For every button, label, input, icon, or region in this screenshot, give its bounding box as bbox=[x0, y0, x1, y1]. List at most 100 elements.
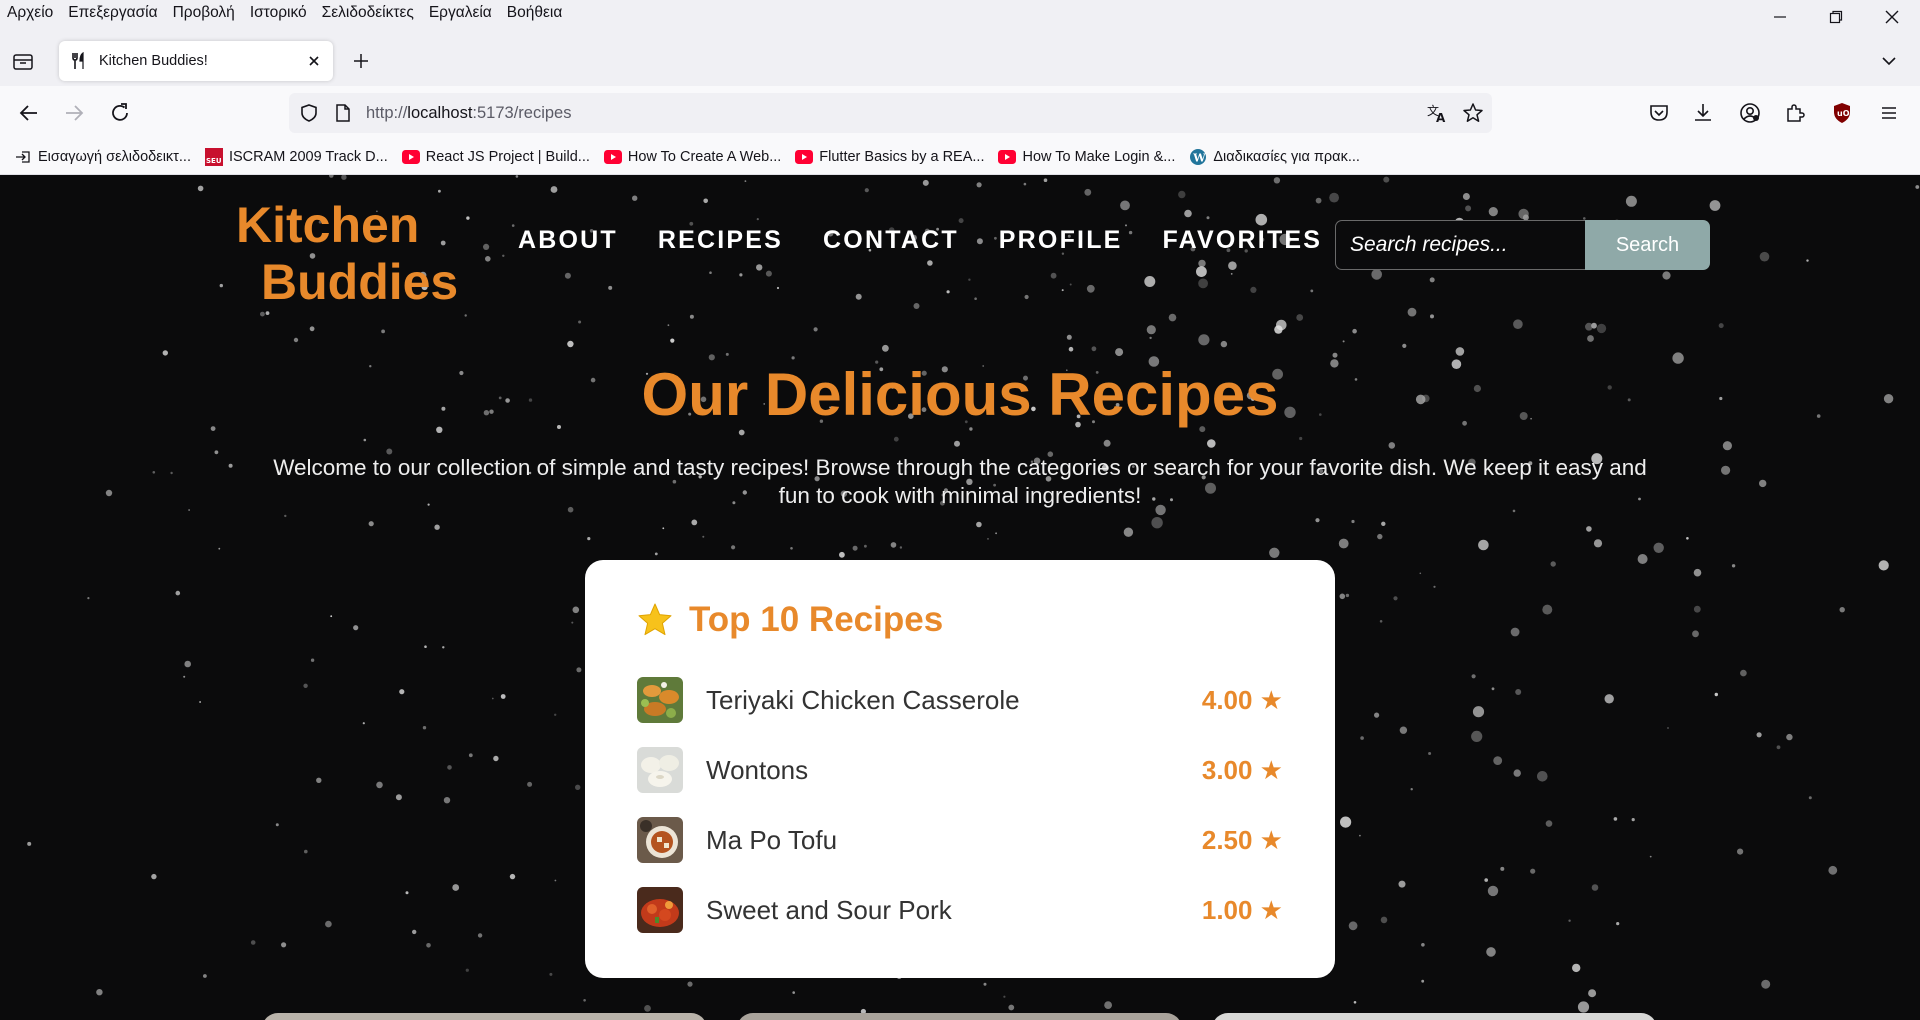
bookmark-item[interactable]: W Διαδικασίες για πρακ... bbox=[1189, 148, 1360, 166]
account-icon[interactable] bbox=[1738, 101, 1762, 125]
bookmark-label: How To Create A Web... bbox=[627, 149, 782, 165]
nav-about[interactable]: ABOUT bbox=[518, 226, 618, 255]
recipe-card-preview[interactable] bbox=[737, 1013, 1182, 1020]
list-item[interactable]: Sweet and Sour Pork 1.00 ★ bbox=[637, 875, 1283, 945]
top-recipes-heading: Top 10 Recipes bbox=[637, 600, 943, 640]
new-tab-icon[interactable] bbox=[350, 50, 372, 72]
web-page: Kitchen Buddies ABOUT RECIPES CONTACT PR… bbox=[0, 175, 1920, 1020]
recipe-name: Sweet and Sour Pork bbox=[706, 894, 952, 925]
bookmark-label: How To Make Login &... bbox=[1022, 149, 1176, 165]
recipe-search: Search bbox=[1335, 220, 1710, 270]
recipe-name: Ma Po Tofu bbox=[706, 824, 838, 855]
address-bar[interactable]: http://localhost:5173/recipes 文A bbox=[289, 93, 1492, 133]
shield-icon[interactable] bbox=[299, 103, 319, 123]
search-input[interactable] bbox=[1335, 220, 1585, 270]
menu-view[interactable]: Προβολή bbox=[173, 4, 235, 22]
tab-bar: Kitchen Buddies! bbox=[0, 36, 1920, 86]
nav-favorites[interactable]: FAVORITES bbox=[1163, 226, 1323, 255]
bookmark-item[interactable]: How To Create A Web... bbox=[603, 148, 782, 166]
bookmark-item[interactable]: How To Make Login &... bbox=[998, 148, 1175, 166]
bookmark-item[interactable]: Εισαγωγή σελιδοδεικτ... bbox=[14, 148, 191, 166]
nav-profile[interactable]: PROFILE bbox=[999, 226, 1123, 255]
recipe-card-preview[interactable] bbox=[1212, 1013, 1657, 1020]
url-host: localhost bbox=[407, 104, 473, 122]
site-logo[interactable]: Kitchen Buddies bbox=[236, 197, 458, 311]
recipe-rating: 1.00 ★ bbox=[1201, 895, 1283, 925]
svg-text:A: A bbox=[1436, 111, 1446, 124]
menu-tools[interactable]: Εργαλεία bbox=[429, 4, 492, 22]
forward-icon[interactable] bbox=[61, 100, 87, 126]
nav-contact[interactable]: CONTACT bbox=[823, 226, 959, 255]
logo-line-2: Buddies bbox=[261, 254, 459, 310]
recipe-card-preview[interactable] bbox=[262, 1013, 707, 1020]
star-icon bbox=[638, 603, 672, 636]
restore-button[interactable] bbox=[1808, 0, 1864, 34]
chevron-down-icon[interactable] bbox=[1880, 52, 1898, 70]
reload-icon[interactable] bbox=[107, 100, 133, 126]
fork-knife-icon bbox=[72, 52, 84, 69]
menu-hamburger-icon[interactable] bbox=[1877, 101, 1901, 125]
svg-text:uO: uO bbox=[1837, 109, 1850, 118]
url-path: :5173/recipes bbox=[472, 104, 572, 122]
bookmarks-toolbar: Εισαγωγή σελιδοδεικτ... SEU ISCRAM 2009 … bbox=[0, 140, 1920, 175]
navigation-toolbar: http://localhost:5173/recipes 文A uO bbox=[0, 86, 1920, 140]
svg-text:SEU: SEU bbox=[206, 157, 222, 165]
close-tab-icon[interactable] bbox=[305, 52, 323, 70]
recipe-rating: 3.00 ★ bbox=[1201, 755, 1283, 785]
bookmark-label: Διαδικασίες για πρακ... bbox=[1213, 149, 1360, 165]
minimize-button[interactable] bbox=[1752, 0, 1808, 34]
menu-history[interactable]: Ιστορικό bbox=[250, 4, 307, 22]
bookmark-item[interactable]: Flutter Basics by a REA... bbox=[795, 148, 984, 166]
tab-kitchen-buddies[interactable]: Kitchen Buddies! bbox=[59, 41, 333, 81]
main-nav: ABOUT RECIPES CONTACT PROFILE FAVORITES bbox=[518, 226, 1362, 255]
page-title: Our Delicious Recipes bbox=[641, 361, 1279, 428]
bookmark-label: Flutter Basics by a REA... bbox=[819, 149, 985, 165]
top-recipes-list: Teriyaki Chicken Casserole 4.00 ★ Wonton… bbox=[637, 665, 1283, 945]
ublock-origin-icon[interactable]: uO bbox=[1830, 101, 1854, 125]
bookmark-star-icon[interactable] bbox=[1462, 102, 1484, 124]
downloads-icon[interactable] bbox=[1691, 101, 1715, 125]
menu-bookmarks[interactable]: Σελιδοδείκτες bbox=[322, 4, 414, 22]
svg-text:W: W bbox=[1193, 152, 1207, 165]
youtube-icon bbox=[401, 148, 420, 166]
close-icon bbox=[1885, 10, 1899, 24]
pocket-icon[interactable] bbox=[1647, 101, 1671, 125]
youtube-icon bbox=[998, 148, 1017, 166]
window-controls bbox=[1752, 0, 1920, 34]
recipe-thumbnail bbox=[637, 747, 683, 793]
nav-recipes[interactable]: RECIPES bbox=[658, 226, 783, 255]
page-info-icon[interactable] bbox=[334, 103, 352, 123]
list-item[interactable]: Ma Po Tofu 2.50 ★ bbox=[637, 805, 1283, 875]
menu-bar: Αρχείο Επεξεργασία Προβολή Ιστορικό Σελι… bbox=[0, 0, 1920, 26]
seu-favicon-icon: SEU bbox=[204, 148, 223, 166]
bookmark-label: React JS Project | Build... bbox=[425, 149, 590, 165]
youtube-icon bbox=[603, 148, 622, 166]
menu-help[interactable]: Βοήθεια bbox=[507, 4, 563, 22]
recipe-thumbnail bbox=[637, 887, 683, 933]
url-text[interactable]: http://localhost:5173/recipes bbox=[366, 104, 571, 123]
extensions-icon[interactable] bbox=[1783, 101, 1807, 125]
recipe-name: Teriyaki Chicken Casserole bbox=[706, 684, 1020, 715]
youtube-icon bbox=[795, 148, 814, 166]
close-window-button[interactable] bbox=[1864, 0, 1920, 34]
tab-title: Kitchen Buddies! bbox=[99, 53, 208, 69]
page-subtitle: Welcome to our collection of simple and … bbox=[273, 455, 1647, 508]
menu-edit[interactable]: Επεξεργασία bbox=[68, 4, 157, 22]
bookmark-label: ISCRAM 2009 Track D... bbox=[228, 149, 388, 165]
list-item[interactable]: Teriyaki Chicken Casserole 4.00 ★ bbox=[637, 665, 1283, 735]
list-item[interactable]: Wontons 3.00 ★ bbox=[637, 735, 1283, 805]
wordpress-icon: W bbox=[1189, 148, 1207, 166]
tab-list-icon[interactable] bbox=[12, 50, 34, 72]
bookmark-item[interactable]: SEU ISCRAM 2009 Track D... bbox=[204, 148, 388, 166]
back-icon[interactable] bbox=[16, 100, 42, 126]
top-recipes-title: Top 10 Recipes bbox=[689, 600, 944, 639]
url-prefix: http:// bbox=[366, 104, 408, 122]
restore-icon bbox=[1829, 10, 1843, 24]
site-header: Kitchen Buddies ABOUT RECIPES CONTACT PR… bbox=[0, 175, 1920, 325]
recipe-rating: 2.50 ★ bbox=[1201, 825, 1283, 855]
search-button[interactable]: Search bbox=[1585, 220, 1710, 270]
menu-file[interactable]: Αρχείο bbox=[7, 4, 53, 22]
minimize-icon bbox=[1774, 16, 1786, 18]
translate-icon[interactable]: 文A bbox=[1426, 102, 1448, 124]
bookmark-item[interactable]: React JS Project | Build... bbox=[401, 148, 590, 166]
